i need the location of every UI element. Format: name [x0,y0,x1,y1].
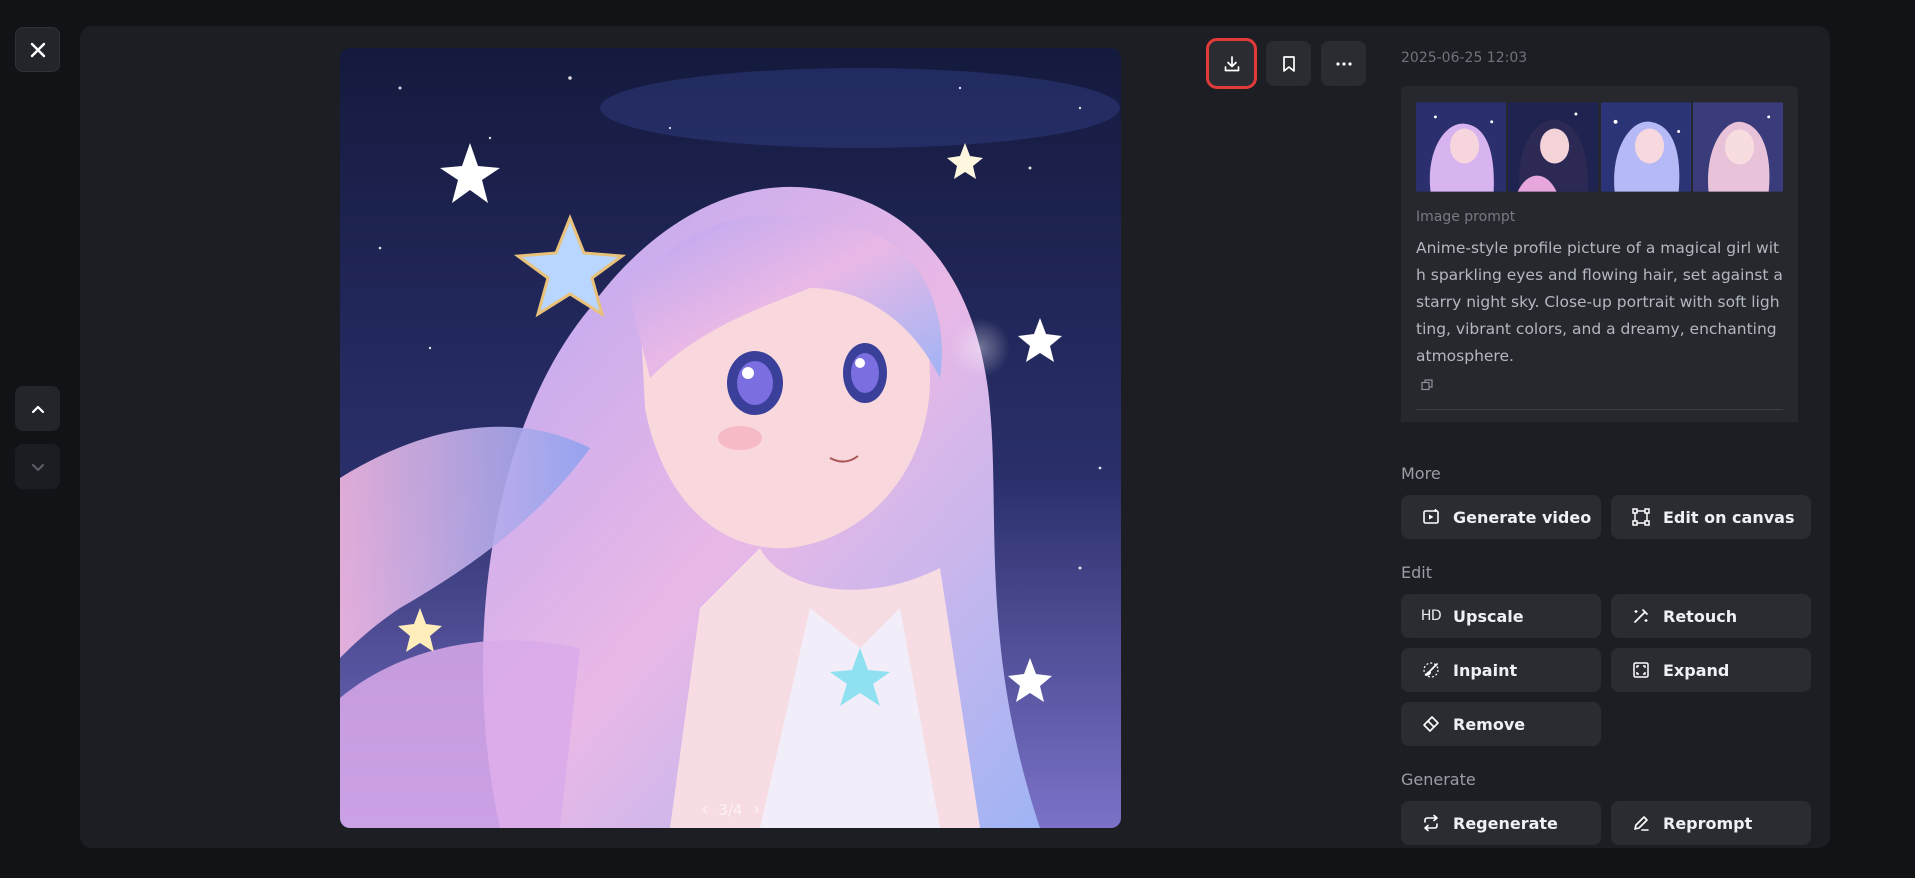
brush-icon [1421,661,1441,679]
thumbnail-2[interactable] [1508,101,1599,193]
expand-icon [1631,661,1651,679]
inpaint-button[interactable]: Inpaint [1401,648,1601,692]
edit-on-canvas-button[interactable]: Edit on canvas [1611,495,1811,539]
edit-on-canvas-label: Edit on canvas [1663,507,1795,527]
next-image-button[interactable] [15,444,60,489]
reprompt-label: Reprompt [1663,813,1753,833]
main-image[interactable]: ‹ 3/4 › [340,48,1121,828]
remove-button[interactable]: Remove [1401,702,1601,746]
more-actions: Generate video Edit on canvas [1401,495,1811,539]
image-pager: ‹ 3/4 › [340,799,1121,820]
upscale-label: Upscale [1453,606,1524,626]
prompt-text: Anime-style profile picture of a magical… [1416,239,1783,365]
pencil-icon [1631,814,1651,832]
image-info-panel: 2025-06-25 12:03 Image prompt Anime-styl… [1401,50,1811,845]
prompt-label: Image prompt [1416,209,1516,225]
download-button[interactable] [1206,38,1257,89]
edit-actions: HD Upscale Retouch Inpaint Expand Remove [1401,594,1811,746]
regenerate-button[interactable]: Regenerate [1401,801,1601,845]
pager-next-icon[interactable]: › [753,799,760,820]
previous-image-button[interactable] [15,386,60,431]
section-title-more: More [1401,464,1441,483]
more-options-button[interactable] [1321,41,1366,86]
close-icon [30,42,45,57]
inpaint-label: Inpaint [1453,660,1518,680]
creation-timestamp: 2025-06-25 12:03 [1401,50,1528,66]
prompt-divider [1416,409,1783,410]
pager-count: 3/4 [718,800,743,819]
bookmark-button[interactable] [1266,41,1311,86]
regenerate-label: Regenerate [1453,813,1558,833]
generate-actions: Regenerate Reprompt [1401,801,1811,845]
generate-video-button[interactable]: Generate video [1401,495,1601,539]
section-title-edit: Edit [1401,563,1432,582]
anime-portrait-image [340,48,1121,828]
more-icon [1335,61,1352,66]
thumbnail-4[interactable] [1692,101,1783,193]
chevron-down-icon [31,463,44,471]
video-icon [1421,508,1441,526]
eraser-icon [1421,715,1441,733]
generate-video-label: Generate video [1453,507,1592,527]
bookmark-icon [1282,55,1295,72]
pager-prev-icon[interactable]: ‹ [701,799,708,820]
expand-button[interactable]: Expand [1611,648,1811,692]
download-icon [1224,55,1239,71]
upscale-button[interactable]: HD Upscale [1401,594,1601,638]
copy-icon[interactable] [1421,376,1433,395]
chevron-up-icon [31,405,44,413]
section-title-generate: Generate [1401,770,1476,789]
retouch-button[interactable]: Retouch [1611,594,1811,638]
expand-label: Expand [1663,660,1730,680]
thumbnail-3[interactable] [1600,101,1691,193]
magic-wand-icon [1631,607,1651,625]
repeat-icon [1421,814,1441,832]
retouch-label: Retouch [1663,606,1738,626]
canvas-icon [1631,508,1651,526]
reprompt-button[interactable]: Reprompt [1611,801,1811,845]
close-button[interactable] [15,27,60,72]
remove-label: Remove [1453,714,1526,734]
thumbnail-strip [1416,101,1783,193]
hd-icon: HD [1420,608,1442,624]
thumbnail-1[interactable] [1416,101,1507,193]
prompt-card: Image prompt Anime-style profile picture… [1401,86,1798,422]
